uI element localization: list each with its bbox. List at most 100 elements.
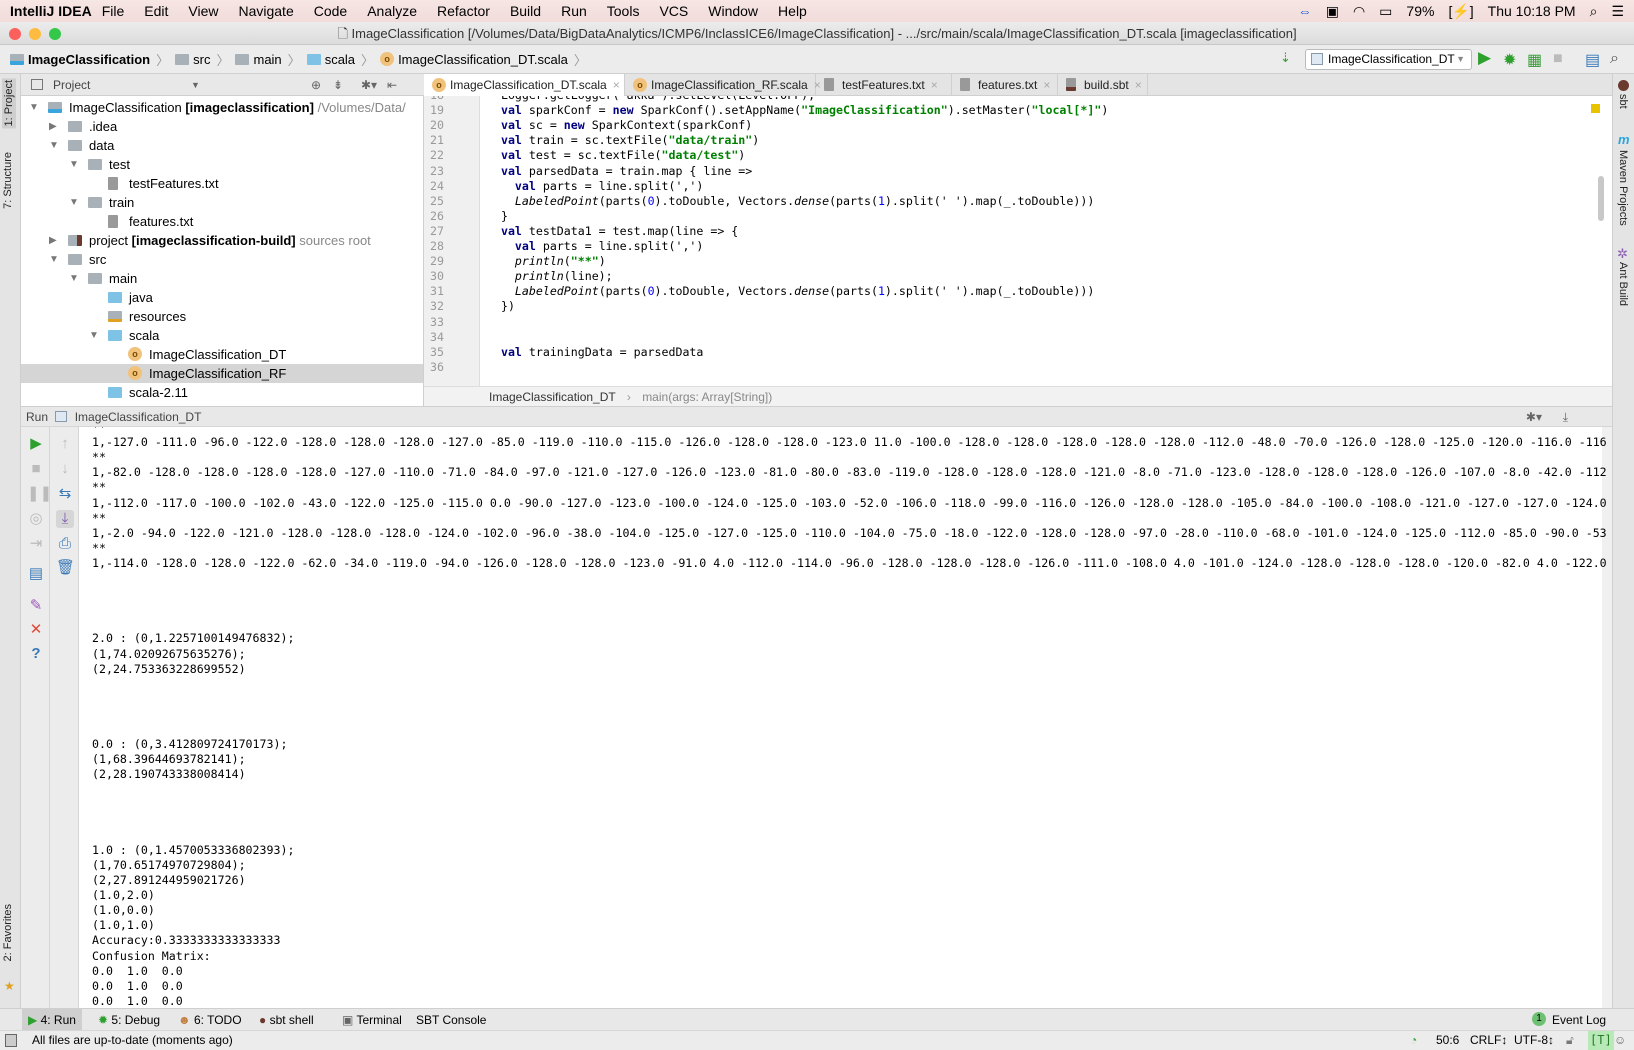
run-configuration-select[interactable]: ImageClassification_DT ▼ <box>1305 49 1472 70</box>
close-tab-icon[interactable]: × <box>1135 78 1142 92</box>
menu-build[interactable]: Build <box>500 3 551 19</box>
code-line[interactable]: LabeledPoint(parts(0).toDouble, Vectors.… <box>487 194 1094 209</box>
menu-run[interactable]: Run <box>551 3 597 19</box>
tool-windows-toggle-icon[interactable] <box>5 1034 17 1047</box>
menu-code[interactable]: Code <box>304 3 357 19</box>
print-icon[interactable]: ⎙ <box>56 535 74 553</box>
menu-help[interactable]: Help <box>768 3 817 19</box>
inspection-status-icon[interactable] <box>1591 104 1600 113</box>
tree-item[interactable]: o ImageClassification_DT <box>21 345 423 364</box>
sbt-tool-tab[interactable]: sbt <box>1617 94 1629 109</box>
tree-item[interactable]: ▶ .idea <box>21 117 423 136</box>
line-separator-select[interactable]: CRLF↕ <box>1470 1031 1507 1050</box>
project-structure-button[interactable]: ▤ <box>1585 50 1600 70</box>
close-tab-icon[interactable]: × <box>931 78 938 92</box>
scroll-from-source-icon[interactable]: ⊕ <box>311 74 321 96</box>
minimize-window-button[interactable] <box>29 28 41 40</box>
breadcrumb-class[interactable]: ImageClassification_DT <box>489 390 616 404</box>
menu-navigate[interactable]: Navigate <box>228 3 303 19</box>
close-window-button[interactable] <box>9 28 21 40</box>
favorites-tool-tab[interactable]: 2: Favorites <box>2 904 14 961</box>
scroll-to-end-icon[interactable]: ⤓ <box>56 510 74 528</box>
insert-mode-indicator[interactable]: [T] <box>1588 1031 1614 1050</box>
hide-pane-icon[interactable]: ⇤ <box>387 74 397 96</box>
soft-wrap-icon[interactable]: ⇆ <box>56 485 74 503</box>
tool-window-terminal[interactable]: ▣ Terminal <box>336 1009 408 1031</box>
airplay-icon[interactable]: ▭ <box>1379 3 1392 20</box>
structure-tool-tab[interactable]: 7: Structure <box>2 152 14 209</box>
notification-center-icon[interactable]: ☰ <box>1611 3 1624 20</box>
project-tool-tab[interactable]: 1: Project <box>2 78 16 129</box>
tree-item[interactable]: ▼ test <box>21 155 423 174</box>
app-menu[interactable]: IntelliJ IDEA <box>0 3 92 19</box>
code-line[interactable]: val train = sc.textFile("data/train") <box>487 133 759 148</box>
hector-inspector-icon[interactable]: ☺ <box>1614 1031 1626 1050</box>
tree-item[interactable]: ▼ scala <box>21 326 423 345</box>
stop-button[interactable]: ■ <box>27 460 45 478</box>
exit-icon[interactable]: ⇥ <box>27 535 45 553</box>
tool-window-run[interactable]: ▶ 4: Run <box>22 1009 82 1031</box>
maven-projects-tool-tab[interactable]: Maven Projects <box>1617 150 1629 226</box>
tree-item[interactable]: ▼ data <box>21 136 423 155</box>
code-line[interactable]: println("**") <box>487 254 606 269</box>
tree-item[interactable]: testFeatures.txt <box>21 174 423 193</box>
event-log-button[interactable]: Event Log <box>1552 1009 1606 1031</box>
editor-tab[interactable]: build.sbt × <box>1058 74 1148 96</box>
collapsed-arrow-icon[interactable]: ▶ <box>49 231 57 250</box>
console-output[interactable]: ** 1,-127.0 -111.0 -96.0 -122.0 -128.0 -1… <box>79 427 1612 1008</box>
close-icon[interactable]: ✕ <box>27 621 45 639</box>
wifi-icon[interactable]: ◠ <box>1353 3 1365 20</box>
caret-position[interactable]: 50:6 <box>1436 1031 1459 1050</box>
gear-icon[interactable]: ✱▾ <box>361 74 377 96</box>
code-line[interactable]: val test = sc.textFile("data/test") <box>487 148 745 163</box>
teamviewer-icon[interactable]: ⇔ <box>1298 3 1312 19</box>
breadcrumb-scala[interactable]: scala <box>306 52 355 67</box>
tree-item[interactable]: ▼ main <box>21 269 423 288</box>
stop-button[interactable]: ■ <box>1553 50 1563 68</box>
rerun-button[interactable]: ▶ <box>27 435 45 453</box>
pause-button[interactable]: ❚❚ <box>27 485 52 503</box>
expanded-arrow-icon[interactable]: ▼ <box>69 269 79 288</box>
up-arrow-icon[interactable]: ↑ <box>56 435 74 453</box>
memory-indicator-icon[interactable]: ◔ <box>1410 1031 1417 1050</box>
tool-window-debug[interactable]: ✹ 5: Debug <box>92 1009 166 1031</box>
expanded-arrow-icon[interactable]: ▼ <box>69 193 79 212</box>
tree-item[interactable]: ▼ train <box>21 193 423 212</box>
debug-button[interactable]: ✹ <box>1503 50 1516 70</box>
tool-window-sbt-console[interactable]: SBT Console <box>410 1009 492 1031</box>
breadcrumb-src[interactable]: src <box>175 52 210 67</box>
tree-item[interactable]: o ImageClassification_RF <box>21 364 423 383</box>
code-line[interactable]: val parts = line.split(',') <box>487 179 704 194</box>
battery-icon[interactable]: [⚡] <box>1448 3 1473 20</box>
close-tab-icon[interactable]: × <box>613 78 620 92</box>
editor-tab[interactable]: features.txt × <box>952 74 1058 96</box>
trash-icon[interactable]: 🗑 <box>56 559 75 577</box>
expanded-arrow-icon[interactable]: ▼ <box>29 98 39 117</box>
menu-view[interactable]: View <box>178 3 228 19</box>
clock[interactable]: Thu 10:18 PM <box>1488 3 1576 19</box>
tool-window-todo[interactable]: ☻ 6: TODO <box>172 1009 248 1031</box>
restore-layout-icon[interactable]: ▤ <box>27 565 45 583</box>
search-everywhere-button[interactable]: ⌕ <box>1610 50 1619 68</box>
menu-tools[interactable]: Tools <box>597 3 650 19</box>
project-view-select[interactable]: Project <box>53 78 90 92</box>
hide-icon[interactable]: ⤓ <box>1563 407 1568 427</box>
ant-build-tool-tab[interactable]: Ant Build <box>1617 262 1629 306</box>
build-project-icon[interactable]: ⇣ <box>1280 50 1291 66</box>
expanded-arrow-icon[interactable]: ▼ <box>49 250 59 269</box>
code-editor[interactable]: Logger.getLogger("akka").setLevel(Level.… <box>481 96 1612 386</box>
editor-tab[interactable]: testFeatures.txt × <box>816 74 952 96</box>
tree-item[interactable]: java <box>21 288 423 307</box>
collapsed-arrow-icon[interactable]: ▶ <box>49 117 57 136</box>
menu-edit[interactable]: Edit <box>134 3 178 19</box>
code-line[interactable]: val trainingData = parsedData <box>487 345 703 360</box>
code-line[interactable]: Logger.getLogger("akka").setLevel(Level.… <box>487 96 815 103</box>
chevron-down-icon[interactable]: ▼ <box>191 74 200 96</box>
lock-icon[interactable]: 🔓︎ <box>1566 1031 1574 1050</box>
expanded-arrow-icon[interactable]: ▼ <box>69 155 79 174</box>
collapse-all-icon[interactable]: ⇟ <box>333 74 343 96</box>
code-line[interactable]: val sparkConf = new SparkConf().setAppNa… <box>487 103 1108 118</box>
zoom-window-button[interactable] <box>49 28 61 40</box>
menu-window[interactable]: Window <box>698 3 768 19</box>
run-button[interactable]: ▶ <box>1478 48 1491 68</box>
